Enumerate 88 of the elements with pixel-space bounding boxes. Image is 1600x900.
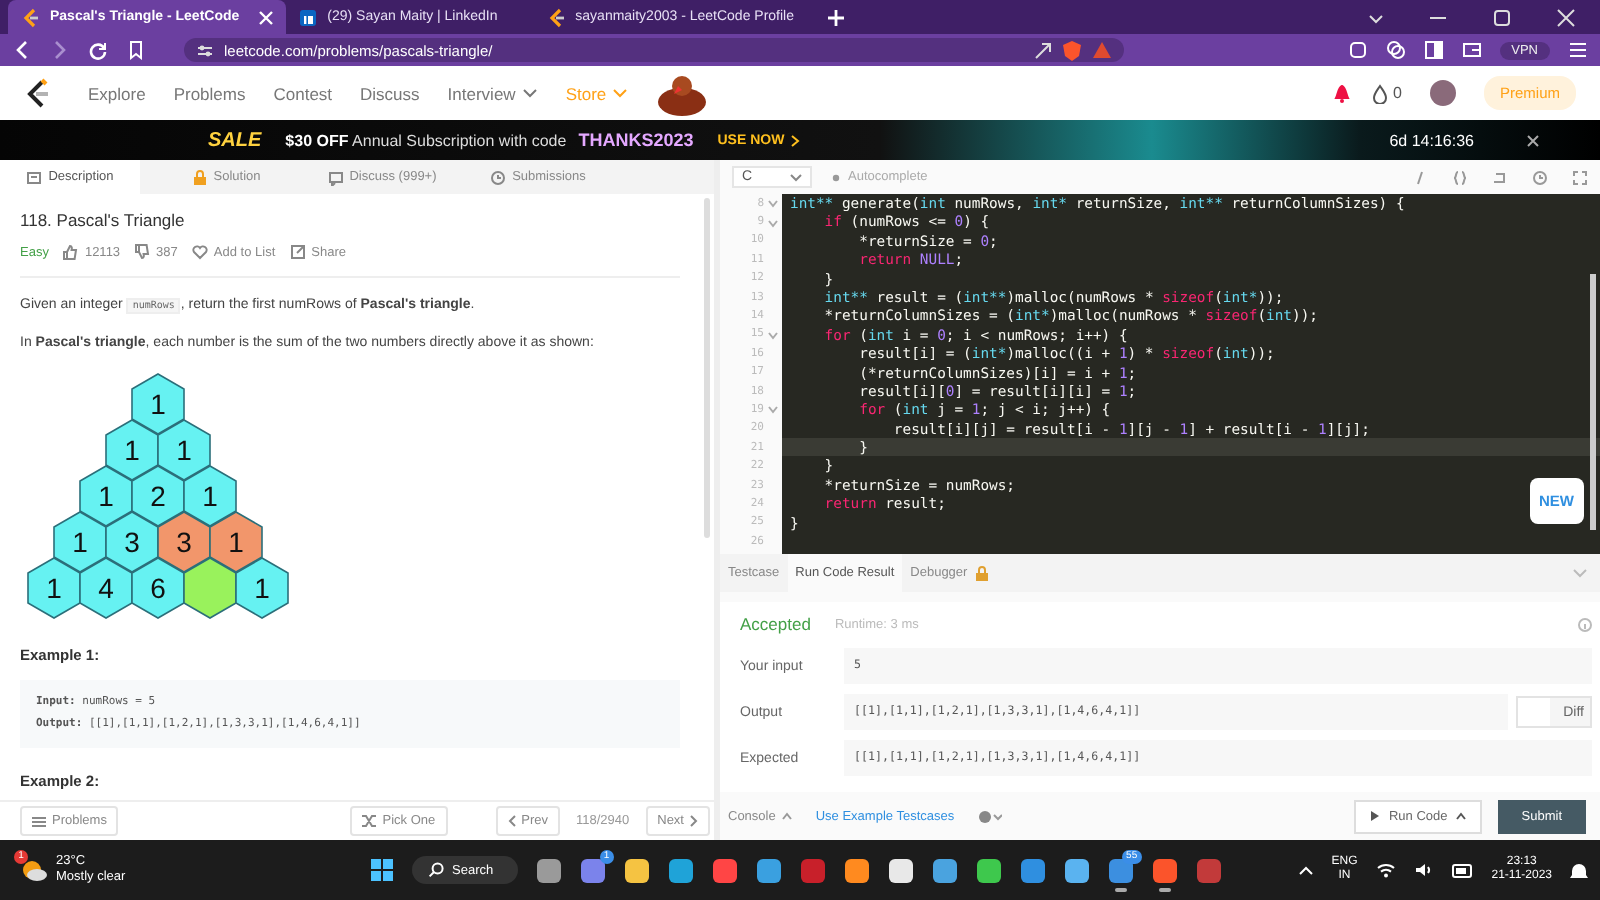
slash-icon[interactable] <box>1412 169 1428 185</box>
reset-icon[interactable] <box>1492 169 1508 185</box>
cell-number: 1 <box>228 526 244 558</box>
thumbs-up-icon <box>62 244 79 260</box>
chevron-up-icon[interactable] <box>1297 865 1314 875</box>
chevron-left-icon <box>507 814 516 828</box>
cell-number: 1 <box>176 434 192 466</box>
share-icon[interactable] <box>1034 41 1052 59</box>
countdown-timer: 6d 14:16:36 <box>1389 131 1474 149</box>
wallet-icon[interactable] <box>1385 40 1406 60</box>
forward-icon[interactable] <box>50 40 70 60</box>
help-icon[interactable] <box>978 809 1003 823</box>
heart-icon <box>191 244 208 260</box>
wallet-card-icon[interactable] <box>1461 40 1482 60</box>
cell-number: 3 <box>176 526 192 558</box>
lock-icon <box>191 169 208 185</box>
chevron-down-icon[interactable] <box>1368 9 1384 25</box>
lion-shield-icon[interactable] <box>1062 39 1082 61</box>
app-tile-icon[interactable] <box>1107 857 1134 891</box>
dot-icon <box>832 173 840 181</box>
chevron-right-icon <box>690 814 698 828</box>
reload-icon[interactable] <box>88 40 108 60</box>
scrollbar[interactable] <box>1590 274 1596 530</box>
cell-number: 6 <box>150 572 166 604</box>
drop-icon <box>1371 83 1388 103</box>
thumbs-down-icon <box>134 244 151 260</box>
caret-icon <box>790 173 802 181</box>
bell-icon[interactable] <box>1570 861 1588 879</box>
caret-icon <box>781 812 792 820</box>
nav-link[interactable]: Problems <box>173 83 246 103</box>
bookmark-icon[interactable] <box>126 40 146 60</box>
code-logo-icon[interactable] <box>24 77 52 109</box>
caret-icon <box>612 87 629 99</box>
battery-icon[interactable] <box>1451 863 1474 877</box>
code-logo-icon <box>20 7 40 27</box>
sun-cloud-icon <box>20 858 48 882</box>
list-icon <box>32 815 46 827</box>
windows-start-icon[interactable] <box>370 858 394 882</box>
speaker-icon[interactable] <box>1413 862 1434 878</box>
nav-link[interactable]: Interview <box>447 83 538 103</box>
cell-number: 1 <box>98 480 114 512</box>
nav-link[interactable]: Contest <box>273 83 333 103</box>
fullscreen-icon[interactable] <box>1572 169 1588 185</box>
code-logo-icon <box>545 7 566 27</box>
cell-number: 1 <box>150 388 166 420</box>
chevron-right-icon <box>790 133 801 147</box>
cell-number: 3 <box>124 526 140 558</box>
maximize-icon[interactable] <box>1492 7 1512 27</box>
avatar[interactable] <box>1429 80 1456 106</box>
new-tab-icon[interactable] <box>826 7 846 27</box>
share-icon <box>289 244 306 260</box>
caret-icon <box>521 87 538 99</box>
in-logo-icon <box>297 7 318 27</box>
caret-icon <box>1455 812 1466 820</box>
cell-number: 1 <box>124 434 140 466</box>
site-settings-icon[interactable] <box>196 41 214 59</box>
close-icon[interactable] <box>1526 133 1540 147</box>
document-icon <box>26 169 43 185</box>
coin-count[interactable]: 0 <box>1371 83 1402 103</box>
search-icon <box>428 862 444 878</box>
clock-icon <box>490 169 507 185</box>
extension-icon[interactable] <box>1347 40 1368 60</box>
sidebar-icon[interactable] <box>1423 40 1444 60</box>
sale-logo: SALE <box>208 129 262 151</box>
play-icon <box>1370 810 1381 822</box>
chat-icon <box>327 169 344 185</box>
cell-number: 2 <box>150 480 166 512</box>
nav-link[interactable]: Explore <box>88 83 146 103</box>
promo-code: THANKS2023 <box>578 130 694 150</box>
promo-text: $30 OFF Annual Subscription with code <box>285 131 567 149</box>
cell-number: 1 <box>254 572 270 604</box>
menu-icon[interactable] <box>1568 40 1588 60</box>
braces-icon[interactable] <box>1452 169 1468 185</box>
cell-number: 1 <box>202 480 218 512</box>
app-tile-icon[interactable] <box>1151 857 1178 891</box>
problem-title: 118. Pascal's Triangle <box>20 210 187 230</box>
scrollbar[interactable] <box>704 198 710 538</box>
cell-number: 4 <box>98 572 114 604</box>
wifi-icon[interactable] <box>1375 862 1396 878</box>
cell-number: 1 <box>72 526 88 558</box>
triangle-logo-icon[interactable] <box>1092 40 1112 60</box>
lock-icon <box>973 565 990 581</box>
clock-icon[interactable] <box>1532 169 1548 185</box>
nav-link[interactable]: Discuss <box>360 83 420 103</box>
result-status: Accepted <box>740 614 811 634</box>
back-icon[interactable] <box>12 40 32 60</box>
shuffle-icon <box>362 814 377 828</box>
cell-number: 1 <box>46 572 62 604</box>
